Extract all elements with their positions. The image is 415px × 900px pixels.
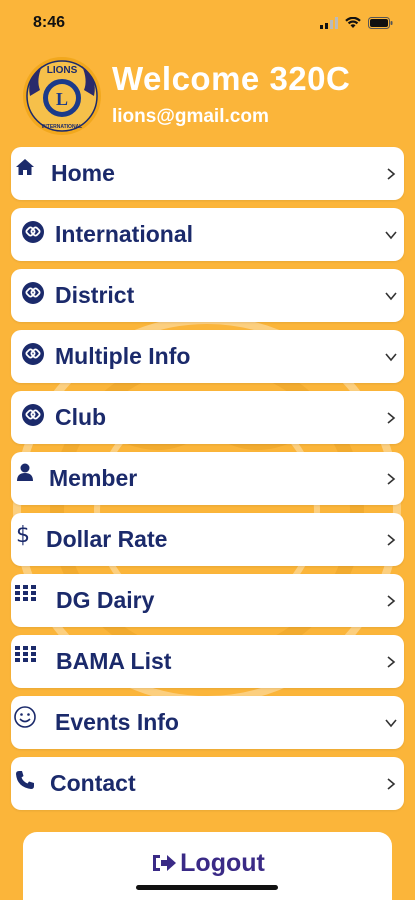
menu-item-bama-list[interactable]: BAMA List <box>11 635 404 688</box>
chevron-down-icon <box>385 353 397 362</box>
chevron-right-icon <box>387 534 396 546</box>
grid-icon <box>14 582 38 606</box>
status-icons <box>320 17 393 29</box>
menu-label: Events Info <box>55 709 179 735</box>
menu-item-club[interactable]: Club <box>11 391 404 444</box>
smiley-icon <box>13 705 37 729</box>
chevron-right-icon <box>387 595 396 607</box>
lions-logo: L LIONS INTERNATIONAL <box>23 57 101 135</box>
person-icon <box>13 460 37 484</box>
menu-item-dollar-rate[interactable]: $ Dollar Rate <box>11 513 404 566</box>
chevron-down-icon <box>385 719 397 728</box>
phone-icon <box>13 768 37 792</box>
logout-label: Logout <box>180 848 265 877</box>
menu-label: Multiple Info <box>55 343 191 369</box>
menu-label: DG Dairy <box>56 587 155 613</box>
menu-label: BAMA List <box>56 648 172 674</box>
menu-label: Contact <box>50 770 136 796</box>
lions-circle-icon <box>21 281 45 305</box>
welcome-title: Welcome 320C <box>112 60 351 97</box>
signal-icon <box>320 17 338 29</box>
battery-icon <box>368 17 393 29</box>
chevron-right-icon <box>387 412 396 424</box>
menu-label: Dollar Rate <box>46 526 168 552</box>
grid-icon <box>14 643 38 667</box>
logout-button[interactable]: Logout <box>23 846 392 880</box>
menu-label: Home <box>51 160 115 186</box>
lions-circle-icon <box>21 342 45 366</box>
chevron-right-icon <box>387 473 396 485</box>
menu-item-contact[interactable]: Contact <box>11 757 404 810</box>
status-time: 8:46 <box>33 14 66 31</box>
menu-label: District <box>55 282 135 308</box>
user-email: lions@gmail.com <box>112 106 269 127</box>
chevron-right-icon <box>387 168 396 180</box>
home-icon <box>13 155 37 179</box>
wifi-icon <box>345 17 361 28</box>
menu-item-international[interactable]: International <box>11 208 404 261</box>
sign-out-icon <box>153 855 177 871</box>
chevron-down-icon <box>385 231 397 240</box>
svg-text:INTERNATIONAL: INTERNATIONAL <box>42 124 82 130</box>
menu-label: International <box>55 221 194 247</box>
menu-item-dg-dairy[interactable]: DG Dairy <box>11 574 404 627</box>
menu-item-home[interactable]: Home <box>11 147 404 200</box>
svg-text:$: $ <box>16 523 30 546</box>
status-bar: 8:46 <box>0 0 415 50</box>
chevron-down-icon <box>385 292 397 301</box>
menu-item-multiple-info[interactable]: Multiple Info <box>11 330 404 383</box>
lions-circle-icon <box>21 403 45 427</box>
menu-item-district[interactable]: District <box>11 269 404 322</box>
menu-item-member[interactable]: Member <box>11 452 404 505</box>
lions-circle-icon <box>21 220 45 244</box>
menu-label: Member <box>49 465 138 491</box>
chevron-right-icon <box>387 656 396 668</box>
chevron-right-icon <box>387 778 396 790</box>
menu-label: Club <box>55 404 107 430</box>
svg-text:L: L <box>56 89 68 109</box>
menu-item-events-info[interactable]: Events Info <box>11 696 404 749</box>
dollar-icon: $ <box>11 522 35 546</box>
svg-text:LIONS: LIONS <box>47 65 78 76</box>
home-indicator <box>136 885 278 890</box>
